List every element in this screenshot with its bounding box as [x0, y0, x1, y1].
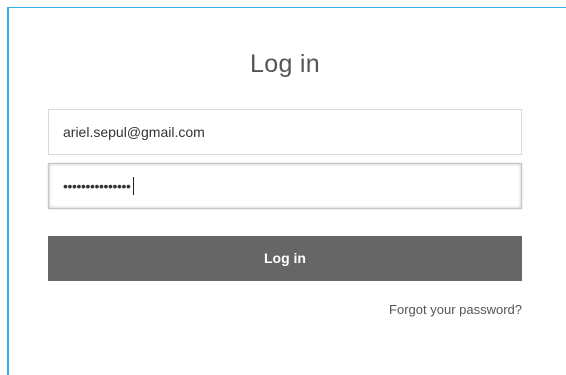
page-title: Log in: [250, 50, 320, 78]
password-field-mask: •••••••••••••••: [63, 178, 131, 194]
login-button[interactable]: Log in: [48, 236, 522, 281]
panel-border-left: [7, 7, 9, 375]
login-panel: Log in ariel.sepul@gmail.com •••••••••••…: [0, 0, 566, 375]
text-cursor: [132, 177, 134, 196]
panel-border-top: [8, 7, 566, 8]
forgot-password-link[interactable]: Forgot your password?: [389, 302, 522, 317]
email-field[interactable]: ariel.sepul@gmail.com: [48, 109, 522, 155]
email-field-value: ariel.sepul@gmail.com: [63, 124, 205, 140]
password-field[interactable]: •••••••••••••••: [48, 163, 522, 209]
